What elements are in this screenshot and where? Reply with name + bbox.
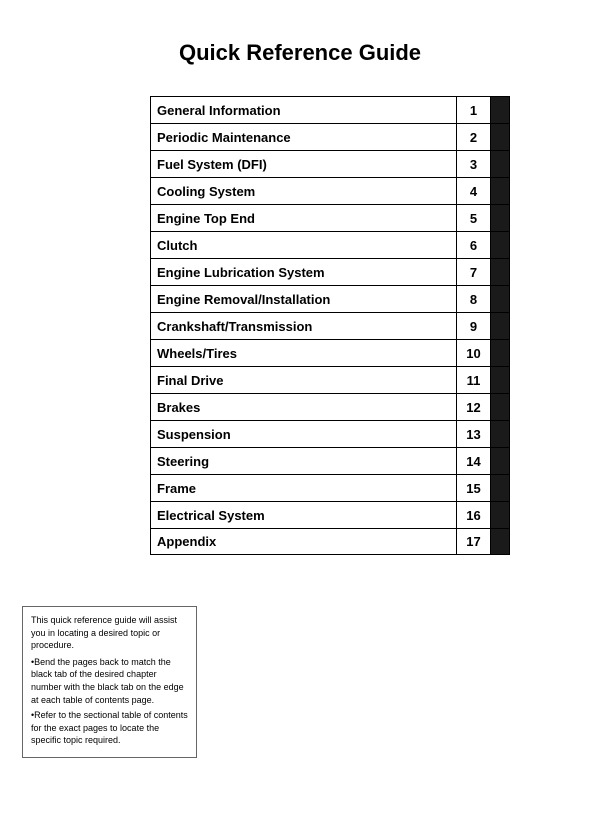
toc-row[interactable]: Crankshaft/Transmission9	[150, 312, 510, 339]
toc-tab	[491, 259, 509, 285]
toc-label: Frame	[151, 475, 457, 501]
toc-number: 6	[457, 232, 491, 258]
toc-tab	[491, 178, 509, 204]
toc-label: Wheels/Tires	[151, 340, 457, 366]
toc-tab	[491, 313, 509, 339]
toc-tab	[491, 97, 509, 123]
toc-number: 12	[457, 394, 491, 420]
toc-number: 14	[457, 448, 491, 474]
toc-row[interactable]: Fuel System (DFI)3	[150, 150, 510, 177]
toc-number: 5	[457, 205, 491, 231]
toc-tab	[491, 286, 509, 312]
toc-tab	[491, 367, 509, 393]
note-line1: This quick reference guide will assist y…	[31, 614, 188, 652]
toc-row[interactable]: Electrical System16	[150, 501, 510, 528]
toc-tab	[491, 151, 509, 177]
toc-row[interactable]: Brakes12	[150, 393, 510, 420]
toc-label: Steering	[151, 448, 457, 474]
toc-tab	[491, 421, 509, 447]
toc-label: Periodic Maintenance	[151, 124, 457, 150]
toc-label: Brakes	[151, 394, 457, 420]
toc-label: Cooling System	[151, 178, 457, 204]
page-title: Quick Reference Guide	[30, 40, 570, 66]
toc-row[interactable]: Engine Removal/Installation8	[150, 285, 510, 312]
toc-tab	[491, 475, 509, 501]
toc-label: Fuel System (DFI)	[151, 151, 457, 177]
toc-row[interactable]: Periodic Maintenance2	[150, 123, 510, 150]
toc-number: 8	[457, 286, 491, 312]
toc-number: 9	[457, 313, 491, 339]
toc-label: Engine Top End	[151, 205, 457, 231]
toc-row[interactable]: Wheels/Tires10	[150, 339, 510, 366]
toc-tab	[491, 232, 509, 258]
toc-tab	[491, 205, 509, 231]
toc-label: Engine Removal/Installation	[151, 286, 457, 312]
toc-number: 16	[457, 502, 491, 528]
note-bullet2: •Refer to the sectional table of content…	[31, 709, 188, 747]
toc-number: 15	[457, 475, 491, 501]
note-bullet1: •Bend the pages back to match the black …	[31, 656, 188, 706]
toc-row[interactable]: Engine Top End5	[150, 204, 510, 231]
toc-row[interactable]: Engine Lubrication System7	[150, 258, 510, 285]
toc-label: Electrical System	[151, 502, 457, 528]
page: Quick Reference Guide General Informatio…	[0, 0, 600, 818]
toc-tab	[491, 529, 509, 554]
toc-row[interactable]: Suspension13	[150, 420, 510, 447]
note-box: This quick reference guide will assist y…	[22, 606, 197, 758]
toc-label: General Information	[151, 97, 457, 123]
toc-label: Appendix	[151, 529, 457, 554]
toc-row[interactable]: Frame15	[150, 474, 510, 501]
toc-number: 4	[457, 178, 491, 204]
toc-row[interactable]: Steering14	[150, 447, 510, 474]
toc-label: Engine Lubrication System	[151, 259, 457, 285]
toc-label: Final Drive	[151, 367, 457, 393]
toc-number: 17	[457, 529, 491, 554]
toc-number: 13	[457, 421, 491, 447]
toc-number: 7	[457, 259, 491, 285]
toc-label: Clutch	[151, 232, 457, 258]
toc-label: Suspension	[151, 421, 457, 447]
toc-tab	[491, 394, 509, 420]
toc-tab	[491, 124, 509, 150]
toc-tab	[491, 340, 509, 366]
toc-number: 11	[457, 367, 491, 393]
toc-number: 2	[457, 124, 491, 150]
toc-container: General Information1Periodic Maintenance…	[150, 96, 510, 555]
toc-number: 10	[457, 340, 491, 366]
toc-tab	[491, 502, 509, 528]
toc-label: Crankshaft/Transmission	[151, 313, 457, 339]
toc-row[interactable]: Final Drive11	[150, 366, 510, 393]
toc-tab	[491, 448, 509, 474]
toc-number: 1	[457, 97, 491, 123]
toc-row[interactable]: Cooling System4	[150, 177, 510, 204]
toc-row[interactable]: Clutch6	[150, 231, 510, 258]
toc-row[interactable]: Appendix17	[150, 528, 510, 555]
toc-number: 3	[457, 151, 491, 177]
toc-row[interactable]: General Information1	[150, 96, 510, 123]
